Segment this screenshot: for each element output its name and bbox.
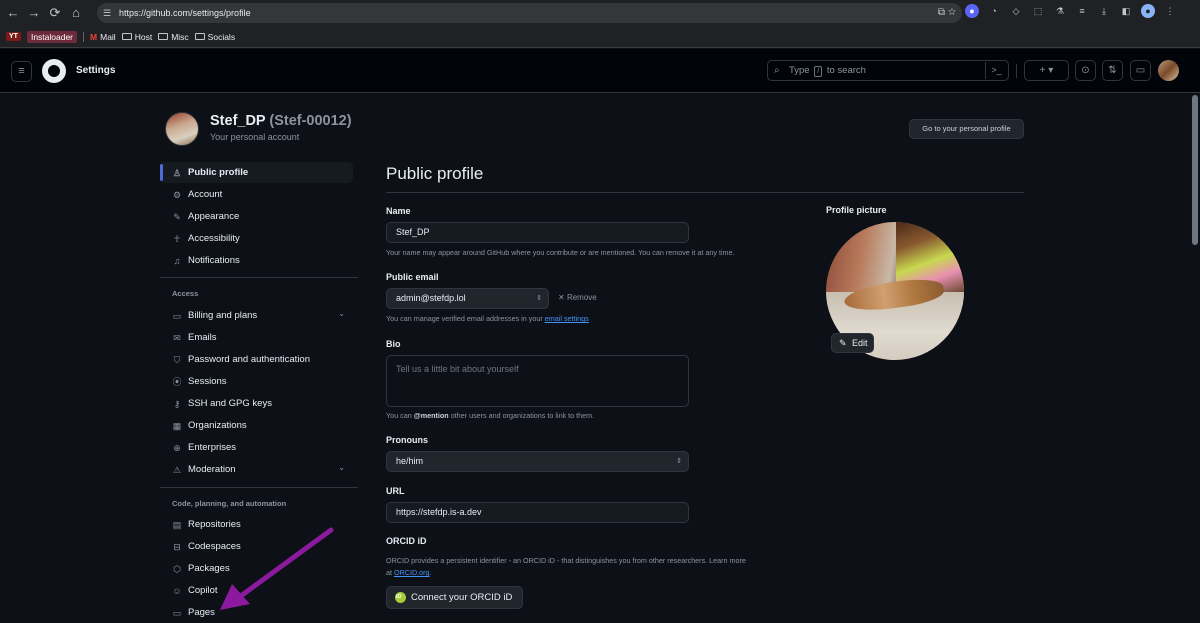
arrow-head — [220, 584, 250, 610]
arrow-shaft — [235, 527, 334, 601]
annotation-arrow — [220, 527, 334, 610]
